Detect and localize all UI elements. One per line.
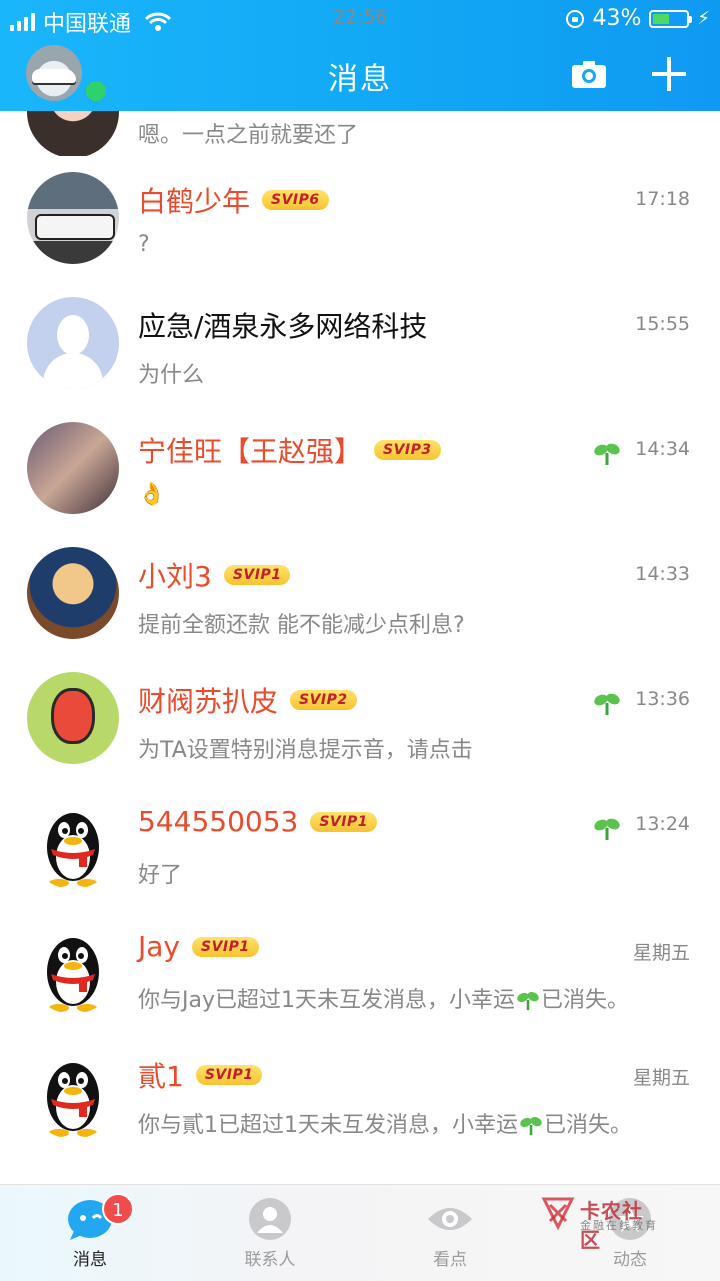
message-time: 星期五: [632, 1067, 690, 1089]
conversation-row[interactable]: 应急/酒泉永多网络科技 为什么 15:55: [0, 281, 720, 406]
message-preview: 好了: [138, 863, 183, 888]
conversation-row[interactable]: Jay SVIP1 你与Jay已超过1天未互发消息，小幸运 已消失。 星期五: [0, 906, 720, 1031]
contact-name-text: 财阀苏扒皮: [138, 685, 279, 718]
contact-name-text: 白鹤少年: [138, 185, 251, 218]
contact-name: Jay SVIP1: [138, 930, 259, 963]
contact-name: 貳1 SVIP1: [138, 1055, 263, 1095]
avatar: [27, 172, 119, 264]
contact-name: 白鹤少年 SVIP6: [138, 180, 329, 220]
status-bar: 中国联通 22:56 43% ⚡: [0, 4, 720, 37]
svip-badge: SVIP6: [262, 190, 329, 210]
preview-text-after: 已消失。: [541, 988, 630, 1013]
contact-name: 小刘3 SVIP1: [138, 555, 291, 595]
svip-badge: SVIP1: [195, 1065, 263, 1085]
add-icon[interactable]: [652, 57, 686, 91]
rotation-lock-icon: [566, 9, 585, 28]
preview-text-after: 已消失。: [544, 1113, 633, 1138]
tab-label: 看点: [433, 1250, 467, 1270]
status-right: 43% ⚡: [566, 6, 710, 31]
contact-name: 财阀苏扒皮 SVIP2: [138, 680, 357, 720]
sprout-icon: [594, 693, 620, 715]
message-preview: 你与Jay已超过1天未互发消息，小幸运 已消失。: [138, 982, 629, 1014]
svip-badge: SVIP1: [223, 565, 291, 585]
message-time: 13:36: [635, 688, 690, 710]
contact-name-text: Jay: [138, 930, 180, 963]
message-preview: 嗯。一点之前就要还了: [138, 123, 359, 148]
avatar: [27, 672, 119, 764]
contact-name-text: 应急/酒泉永多网络科技: [138, 310, 428, 343]
qq-penguin-icon: [47, 1063, 99, 1137]
conversation-row[interactable]: 财阀苏扒皮 SVIP2 为TA设置特别消息提示音，请点击 13:36: [0, 656, 720, 781]
svip-badge: SVIP2: [290, 690, 357, 710]
tab-messages[interactable]: 1 消息: [0, 1185, 180, 1281]
page-title: 消息: [328, 62, 392, 97]
tab-label: 联系人: [244, 1250, 296, 1270]
contact-name-text: 貳1: [138, 1060, 184, 1093]
charging-icon: ⚡: [697, 8, 710, 29]
svip-badge: SVIP3: [374, 440, 441, 460]
conversation-row[interactable]: 嗯。一点之前就要还了: [0, 111, 720, 156]
svip-badge: SVIP1: [310, 811, 377, 832]
qq-penguin-icon: [47, 938, 99, 1012]
preview-text-before: 你与Jay已超过1天未互发消息，小幸运: [138, 988, 515, 1013]
avatar: [27, 422, 119, 514]
qq-penguin-icon: [47, 813, 99, 887]
message-time: 15:55: [635, 313, 690, 335]
conversation-list: 嗯。一点之前就要还了 白鹤少年 SVIP6 ? 17:18 应急/酒泉永多网络科…: [0, 111, 720, 1156]
contact-name-text: 小刘3: [138, 560, 212, 593]
message-preview: 为TA设置特别消息提示音，请点击: [138, 738, 473, 763]
battery-percent: 43%: [592, 6, 642, 31]
camera-icon[interactable]: [572, 60, 606, 88]
watermark-subtitle: 金融在线教育: [580, 1219, 658, 1232]
tab-contacts[interactable]: 联系人: [180, 1185, 360, 1281]
header-bar: 中国联通 22:56 43% ⚡ 消息: [0, 0, 720, 111]
message-time: 13:24: [635, 813, 690, 835]
tab-discover[interactable]: 看点: [360, 1185, 540, 1281]
contacts-icon: [249, 1198, 291, 1240]
battery-icon: [649, 9, 693, 28]
message-preview: 为什么: [138, 363, 205, 388]
sprout-icon: [594, 818, 620, 840]
avatar: [27, 547, 119, 639]
conversation-row[interactable]: 小刘3 SVIP1 提前全额还款 能不能减少点利息? 14:33: [0, 531, 720, 656]
message-preview: ?: [138, 232, 150, 257]
conversation-row[interactable]: 白鹤少年 SVIP6 ? 17:18: [0, 156, 720, 281]
default-avatar-icon: [27, 297, 119, 389]
sprout-icon: [517, 992, 539, 1011]
message-preview: 👌: [138, 482, 166, 507]
sprout-icon: [594, 443, 620, 465]
svip-badge: SVIP1: [192, 936, 259, 957]
message-time: 14:34: [635, 438, 690, 460]
contact-name-text: 544550053: [138, 805, 299, 838]
contact-name: 544550053 SVIP1: [138, 805, 377, 838]
sprout-icon: [520, 1117, 542, 1136]
message-time: 17:18: [635, 188, 690, 210]
message-preview: 你与貳1已超过1天未互发消息，小幸运 已消失。: [138, 1107, 632, 1139]
watermark-logo: 卡农社区 金融在线教育: [540, 1193, 660, 1252]
contact-name: 应急/酒泉永多网络科技: [138, 305, 427, 345]
conversation-row[interactable]: 宁佳旺【王赵强】 SVIP3 👌 14:34: [0, 406, 720, 531]
message-time: 星期五: [632, 942, 690, 964]
conversation-row[interactable]: 貳1 SVIP1 你与貳1已超过1天未互发消息，小幸运 已消失。 星期五: [0, 1031, 720, 1156]
tab-label: 消息: [73, 1250, 107, 1270]
unread-count-badge: 1: [102, 1193, 134, 1225]
eye-icon: [428, 1208, 472, 1230]
message-time: 14:33: [635, 563, 690, 585]
preview-text-before: 你与貳1已超过1天未互发消息，小幸运: [138, 1113, 518, 1138]
message-preview: 提前全额还款 能不能减少点利息?: [138, 613, 465, 638]
contact-name: 宁佳旺【王赵强】 SVIP3: [138, 430, 441, 470]
contact-name-text: 宁佳旺【王赵强】: [138, 435, 363, 468]
bottom-tab-bar: 1 消息 联系人 看点 动态 卡农社区 金融在线教育: [0, 1184, 720, 1281]
watermark-logo-icon: [541, 1197, 575, 1231]
conversation-row[interactable]: 544550053 SVIP1 好了 13:24: [0, 781, 720, 906]
avatar: [27, 111, 119, 156]
